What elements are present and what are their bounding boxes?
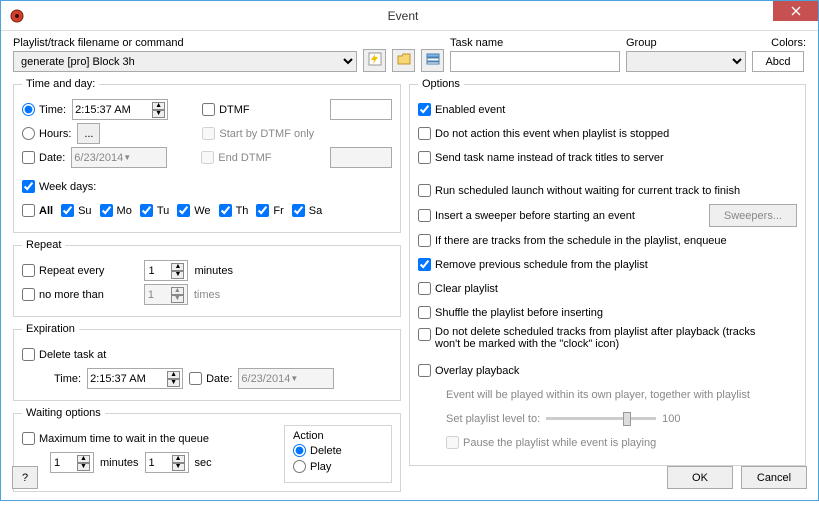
end-dtmf-label: End DTMF bbox=[201, 151, 271, 164]
exp-time-input[interactable]: 2:15:37 AM▲▼ bbox=[87, 368, 183, 389]
delete-task-check[interactable]: Delete task at bbox=[22, 348, 106, 361]
hours-radio-label[interactable]: Hours: bbox=[22, 127, 71, 140]
day-mo[interactable]: Mo bbox=[100, 204, 132, 217]
group-label: Group bbox=[626, 37, 746, 49]
dropdown-icon: ▼ bbox=[123, 153, 164, 162]
day-sa[interactable]: Sa bbox=[292, 204, 322, 217]
time-radio-label[interactable]: Time: bbox=[22, 103, 66, 116]
level-value: 100 bbox=[662, 413, 680, 425]
expiration-group: Expiration Delete task at Time: 2:15:37 … bbox=[13, 323, 401, 401]
group-combo[interactable] bbox=[626, 51, 746, 72]
repeat-group: Repeat Repeat every 1▲▼ minutes no more … bbox=[13, 239, 401, 317]
cancel-button[interactable]: Cancel bbox=[741, 466, 807, 489]
list-button[interactable] bbox=[421, 49, 444, 72]
action-delete[interactable]: Delete bbox=[293, 444, 342, 457]
hours-radio[interactable] bbox=[22, 127, 35, 140]
filename-combo[interactable]: generate [pro] Block 3h bbox=[13, 51, 357, 72]
opt-runsched[interactable]: Run scheduled launch without waiting for… bbox=[418, 184, 740, 197]
taskname-input[interactable] bbox=[450, 51, 620, 72]
timeday-legend: Time and day: bbox=[22, 78, 99, 90]
repeat-spinner[interactable]: ▲▼ bbox=[171, 263, 184, 279]
opt-enabled[interactable]: Enabled event bbox=[418, 103, 505, 116]
start-dtmf-label: Start by DTMF only bbox=[202, 127, 314, 140]
level-slider bbox=[546, 417, 656, 420]
options-legend: Options bbox=[418, 78, 464, 90]
day-tu[interactable]: Tu bbox=[140, 204, 169, 217]
timeday-group: Time and day: Time: 2:15:37 AM▲▼ DTMF Ho… bbox=[13, 78, 401, 233]
times-label: times bbox=[194, 289, 220, 301]
weekdays-check-label[interactable]: Week days: bbox=[22, 180, 96, 193]
opt-removeprev[interactable]: Remove previous schedule from the playli… bbox=[418, 258, 648, 271]
minutes-label: minutes bbox=[194, 265, 233, 277]
opt-nodelete[interactable]: Do not delete scheduled tracks from play… bbox=[418, 326, 775, 350]
time-spinner[interactable]: ▲▼ bbox=[152, 102, 165, 118]
time-input[interactable]: 2:15:37 AM▲▼ bbox=[72, 99, 168, 120]
bolt-icon bbox=[368, 52, 382, 69]
maxwait-check[interactable]: Maximum time to wait in the queue bbox=[22, 432, 209, 445]
dtmf-check-label[interactable]: DTMF bbox=[202, 103, 250, 116]
repeat-every-check[interactable]: Repeat every bbox=[22, 264, 104, 277]
exp-time-label: Time: bbox=[54, 373, 81, 385]
hours-button[interactable]: ... bbox=[77, 123, 100, 144]
end-dtmf-check bbox=[201, 151, 214, 164]
time-radio[interactable] bbox=[22, 103, 35, 116]
nomore-check[interactable]: no more than bbox=[22, 288, 104, 301]
taskname-label: Task name bbox=[450, 37, 620, 49]
dtmf-check[interactable] bbox=[202, 103, 215, 116]
overlay-desc: Event will be played within its own play… bbox=[446, 389, 750, 401]
folder-icon bbox=[397, 53, 411, 68]
dtmf-input[interactable] bbox=[330, 99, 392, 120]
list-icon bbox=[426, 53, 440, 68]
date-input: 6/23/2014▼ bbox=[71, 147, 167, 168]
browse-button[interactable] bbox=[392, 49, 415, 72]
exp-date-check[interactable]: Date: bbox=[189, 372, 232, 385]
opt-sendtask[interactable]: Send task name instead of track titles t… bbox=[418, 151, 664, 164]
colors-sample[interactable]: Abcd bbox=[752, 51, 804, 72]
waiting-legend: Waiting options bbox=[22, 407, 105, 419]
nomore-input: 1▲▼ bbox=[144, 284, 188, 305]
dropdown-icon: ▼ bbox=[290, 374, 331, 383]
options-group: Options Enabled event Do not action this… bbox=[409, 78, 806, 466]
help-button[interactable]: ? bbox=[12, 466, 38, 489]
sweepers-button: Sweepers... bbox=[709, 204, 797, 227]
date-check[interactable] bbox=[22, 151, 35, 164]
opt-shuffle[interactable]: Shuffle the playlist before inserting bbox=[418, 306, 603, 319]
day-fr[interactable]: Fr bbox=[256, 204, 283, 217]
ok-button[interactable]: OK bbox=[667, 466, 733, 489]
repeat-every-input[interactable]: 1▲▼ bbox=[144, 260, 188, 281]
opt-enqueue[interactable]: If there are tracks from the schedule in… bbox=[418, 234, 727, 247]
setlevel-label: Set playlist level to: bbox=[446, 413, 540, 425]
exp-date-input: 6/23/2014▼ bbox=[238, 368, 334, 389]
opt-noaction[interactable]: Do not action this event when playlist i… bbox=[418, 127, 669, 140]
close-button[interactable] bbox=[773, 1, 818, 21]
day-we[interactable]: We bbox=[177, 204, 210, 217]
opt-clear[interactable]: Clear playlist bbox=[418, 282, 498, 295]
action-label: Action bbox=[293, 430, 383, 442]
colors-label: Colors: bbox=[752, 37, 806, 49]
slider-thumb bbox=[623, 412, 631, 426]
script-button[interactable] bbox=[363, 49, 386, 72]
expiration-legend: Expiration bbox=[22, 323, 79, 335]
repeat-legend: Repeat bbox=[22, 239, 65, 251]
day-su[interactable]: Su bbox=[61, 204, 91, 217]
close-icon bbox=[791, 6, 801, 16]
start-dtmf-check bbox=[202, 127, 215, 140]
end-dtmf-input bbox=[330, 147, 392, 168]
date-check-label[interactable]: Date: bbox=[22, 151, 65, 164]
footer: ? OK Cancel bbox=[0, 460, 819, 495]
app-icon bbox=[9, 8, 25, 24]
opt-overlay[interactable]: Overlay playback bbox=[418, 364, 519, 377]
filename-label: Playlist/track filename or command bbox=[13, 37, 357, 49]
all-days-check[interactable]: All bbox=[22, 204, 53, 217]
title-bar: Event bbox=[1, 1, 818, 31]
day-th[interactable]: Th bbox=[219, 204, 249, 217]
weekdays-check[interactable] bbox=[22, 180, 35, 193]
opt-sweeper[interactable]: Insert a sweeper before starting an even… bbox=[418, 209, 635, 222]
opt-pause: Pause the playlist while event is playin… bbox=[446, 436, 656, 449]
window-title: Event bbox=[33, 9, 773, 23]
